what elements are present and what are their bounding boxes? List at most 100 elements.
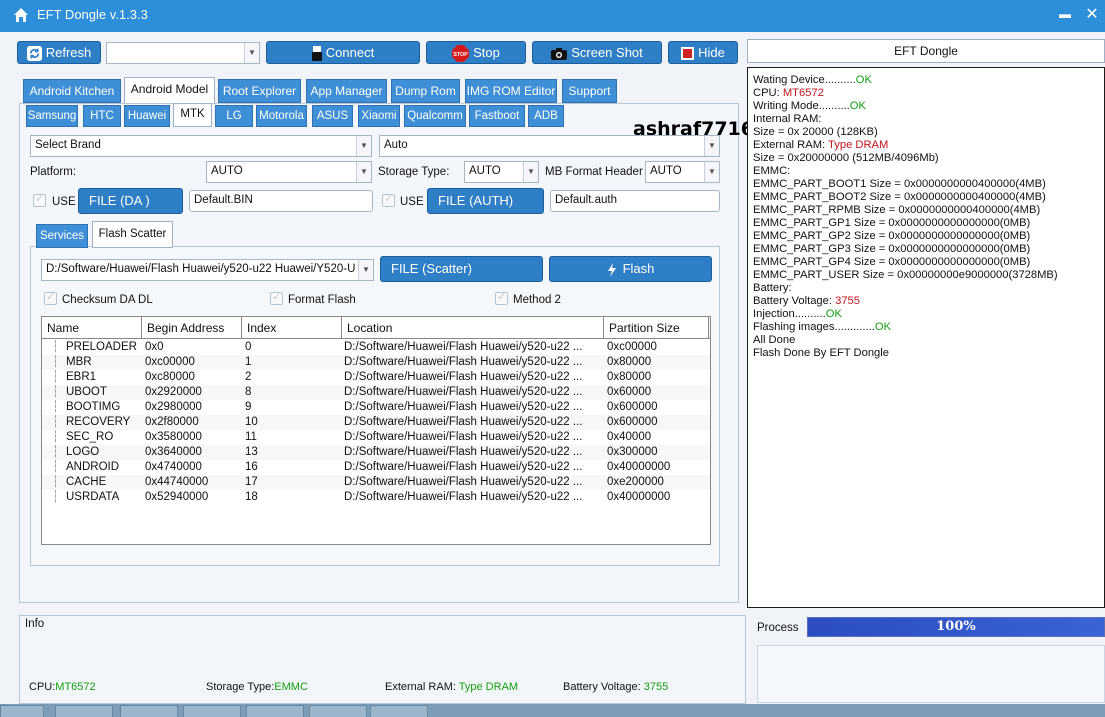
stop-button[interactable]: STOP Stop (426, 41, 526, 64)
tab-services[interactable]: Services (36, 224, 88, 248)
taskbar-item[interactable] (183, 705, 241, 717)
table-cell: 0x4740000 (145, 461, 202, 473)
auth-file-field[interactable]: Default.auth (550, 190, 720, 212)
table-row[interactable]: ┆ UBOOT 0x2920000 8 D:/Software/Huawei/Flash… (42, 385, 710, 400)
taskbar-item[interactable] (246, 705, 304, 717)
log-line: EMMC: (753, 165, 1099, 178)
table-row[interactable]: ┆ EBR1 0xc80000 2 D:/Software/Huawei/Flash H… (42, 370, 710, 385)
column-header-index[interactable]: Index (242, 317, 342, 339)
tree-line-icon: ┆ (52, 431, 59, 443)
tab-brand-lg[interactable]: LG (215, 105, 253, 127)
minimize-button[interactable]: ▬ (1055, 7, 1075, 21)
tab-support[interactable]: Support (562, 79, 617, 103)
hide-button[interactable]: Hide (668, 41, 738, 64)
chevron-down-icon: ▼ (704, 162, 719, 182)
storage-type-select[interactable]: AUTO ▼ (464, 161, 539, 183)
tab-brand-htc[interactable]: HTC (83, 105, 121, 127)
mb-format-select[interactable]: AUTO ▼ (645, 161, 720, 183)
table-row[interactable]: ┆ ANDROID 0x4740000 16 D:/Software/Huawei/Fl… (42, 460, 710, 475)
log-line: Writing Mode..........OK (753, 100, 1099, 113)
port-select[interactable]: ▼ (106, 42, 260, 64)
column-header-begin-address[interactable]: Begin Address (142, 317, 242, 339)
file-da-button[interactable]: FILE (DA ) (78, 188, 183, 214)
taskbar-item[interactable] (55, 705, 113, 717)
method2-checkbox[interactable] (495, 290, 508, 305)
tab-flash-scatter[interactable]: Flash Scatter (92, 221, 173, 248)
table-cell: MBR (66, 356, 92, 368)
tab-brand-huawei[interactable]: Huawei (124, 105, 170, 127)
log-segment: 3755 (835, 295, 860, 307)
tab-img-rom-editor[interactable]: IMG ROM Editor (465, 79, 557, 103)
log-line: All Done (753, 334, 1099, 347)
scatter-path-value: D:/Software/Huawei/Flash Huawei/y520-u22… (46, 263, 355, 275)
use-auth-checkbox[interactable] (382, 192, 395, 207)
connect-button[interactable]: Connect (266, 41, 420, 64)
taskbar-item[interactable] (309, 705, 367, 717)
log-line: EMMC_PART_GP1 Size = 0x0000000000000000(… (753, 217, 1099, 230)
table-cell: 0x80000 (607, 356, 652, 368)
model-select[interactable]: Auto ▼ (379, 135, 720, 157)
table-row[interactable]: ┆ PRELOADER 0x0 0 D:/Software/Huawei/Flash H… (42, 340, 710, 355)
process-bar: 100% (807, 617, 1105, 637)
use-da-checkbox[interactable] (33, 192, 46, 207)
file-auth-button[interactable]: FILE (AUTH) (427, 188, 544, 214)
screenshot-button[interactable]: Screen Shot (532, 41, 662, 64)
flash-button[interactable]: Flash (549, 256, 712, 282)
log-line: EMMC_PART_GP4 Size = 0x0000000000000000(… (753, 256, 1099, 269)
tab-android-kitchen[interactable]: Android Kitchen (23, 79, 121, 103)
tab-brand-adb[interactable]: ADB (528, 105, 564, 127)
table-row[interactable]: ┆ BOOTIMG 0x2980000 9 D:/Software/Huawei/Fla… (42, 400, 710, 415)
tab-brand-asus[interactable]: ASUS (312, 105, 353, 127)
taskbar-item[interactable] (0, 705, 44, 717)
log-line: Size = 0x20000000 (512MB/4096Mb) (753, 152, 1099, 165)
column-header-name[interactable]: Name (42, 317, 142, 339)
tab-brand-xiaomi[interactable]: Xiaomi (358, 105, 400, 127)
table-row[interactable]: ┆ SEC_RO 0x3580000 11 D:/Software/Huawei/Fla… (42, 430, 710, 445)
tab-brand-fastboot[interactable]: Fastboot (469, 105, 525, 127)
column-header-partition-size[interactable]: Partition Size (604, 317, 709, 339)
tab-app-manager[interactable]: App Manager (306, 79, 387, 103)
table-row[interactable]: ┆ RECOVERY 0x2f80000 10 D:/Software/Huawei/F… (42, 415, 710, 430)
platform-label: Platform: (30, 166, 77, 178)
da-file-field[interactable]: Default.BIN (189, 190, 373, 212)
log-output[interactable]: Wating Device..........OK CPU: MT6572 Writ… (747, 67, 1105, 608)
table-cell: D:/Software/Huawei/Flash Huawei/y520-u22… (344, 431, 583, 443)
tab-root-explorer[interactable]: Root Explorer (218, 79, 301, 103)
file-scatter-button[interactable]: FILE (Scatter) (380, 256, 543, 282)
platform-select[interactable]: AUTO ▼ (206, 161, 372, 183)
tree-line-icon: ┆ (52, 416, 59, 428)
table-row[interactable]: ┆ LOGO 0x3640000 13 D:/Software/Huawei/Flash… (42, 445, 710, 460)
tab-brand-qualcomm[interactable]: Qualcomm (404, 105, 466, 127)
table-row[interactable]: ┆ CACHE 0x44740000 17 D:/Software/Huawei/Fla… (42, 475, 710, 490)
taskbar-item[interactable] (370, 705, 428, 717)
table-row[interactable]: ┆ MBR 0xc00000 1 D:/Software/Huawei/Flash Hu… (42, 355, 710, 370)
checksum-checkbox[interactable] (44, 290, 57, 305)
table-cell: SEC_RO (66, 431, 114, 443)
use-auth-label: USE (400, 196, 424, 208)
flash-label: Flash (622, 261, 655, 276)
tab-brand-motorola[interactable]: Motorola (256, 105, 307, 127)
column-header-location[interactable]: Location (342, 317, 604, 339)
log-segment: Size = 0x20000000 (512MB/4096Mb) (753, 152, 939, 164)
table-cell: D:/Software/Huawei/Flash Huawei/y520-u22… (344, 476, 583, 488)
log-line: CPU: MT6572 (753, 87, 1099, 100)
tab-android-model[interactable]: Android Model (124, 77, 215, 104)
close-button[interactable]: ✕ (1082, 4, 1102, 24)
table-cell: 0xc00000 (607, 341, 657, 353)
usb-icon (311, 46, 322, 62)
log-line: Wating Device..........OK (753, 74, 1099, 87)
log-segment: Flashing images............. (753, 321, 875, 333)
scatter-path-select[interactable]: D:/Software/Huawei/Flash Huawei/y520-u22… (41, 259, 374, 281)
process-detail-area (757, 645, 1105, 703)
table-row[interactable]: ┆ USRDATA 0x52940000 18 D:/Software/Huawei/F… (42, 490, 710, 505)
tab-brand-mtk[interactable]: MTK (173, 103, 212, 127)
log-segment: MT6572 (782, 87, 824, 99)
tab-dump-rom[interactable]: Dump Rom (391, 79, 460, 103)
log-segment: CPU: (753, 87, 783, 99)
refresh-button[interactable]: Refresh (17, 41, 101, 64)
brand-select[interactable]: Select Brand ▼ (30, 135, 372, 157)
tab-brand-samsung[interactable]: Samsung (26, 105, 78, 127)
taskbar-item[interactable] (120, 705, 178, 717)
partition-table[interactable]: Name Begin Address Index Location Partit… (41, 316, 711, 545)
format-flash-checkbox[interactable] (270, 290, 283, 305)
